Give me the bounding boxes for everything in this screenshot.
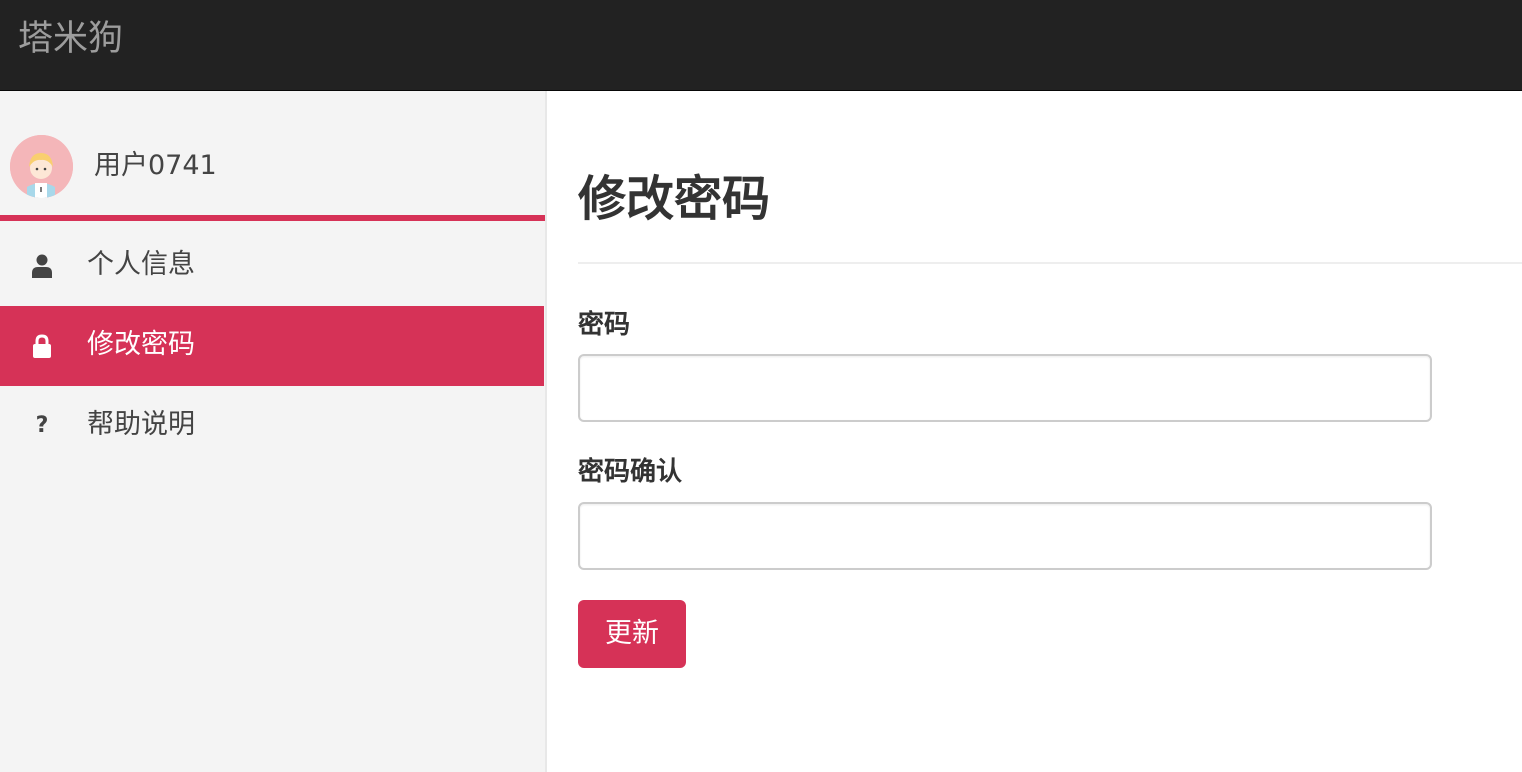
sidebar-item-profile-info[interactable]: 个人信息 bbox=[0, 226, 544, 306]
sidebar-item-label: 个人信息 bbox=[87, 249, 195, 280]
sidebar-item-label: 帮助说明 bbox=[87, 409, 195, 440]
sidebar-item-change-password[interactable]: 修改密码 bbox=[0, 306, 544, 386]
sidebar: 用户0741 个人信息 修改密码 ? 帮助说明 bbox=[0, 91, 547, 772]
password-input[interactable] bbox=[578, 354, 1432, 422]
lock-icon bbox=[30, 332, 54, 360]
main-content: 修改密码 密码 密码确认 更新 bbox=[549, 92, 1522, 772]
page-title: 修改密码 bbox=[578, 171, 771, 227]
top-navbar: 塔米狗 bbox=[0, 0, 1522, 91]
username: 用户0741 bbox=[94, 150, 217, 181]
password-label: 密码 bbox=[578, 310, 631, 340]
question-icon: ? bbox=[35, 413, 49, 438]
title-divider bbox=[578, 262, 1522, 264]
brand-link[interactable]: 塔米狗 bbox=[18, 18, 123, 60]
password-confirm-input[interactable] bbox=[578, 502, 1432, 570]
sidebar-item-label: 修改密码 bbox=[87, 329, 195, 360]
update-button[interactable]: 更新 bbox=[578, 600, 686, 668]
password-confirm-label: 密码确认 bbox=[578, 457, 683, 487]
user-icon bbox=[30, 252, 54, 280]
sidebar-item-help[interactable]: ? 帮助说明 bbox=[0, 386, 544, 466]
avatar bbox=[10, 135, 73, 198]
avatar-girl-icon bbox=[10, 135, 73, 198]
user-profile: 用户0741 bbox=[0, 91, 545, 221]
